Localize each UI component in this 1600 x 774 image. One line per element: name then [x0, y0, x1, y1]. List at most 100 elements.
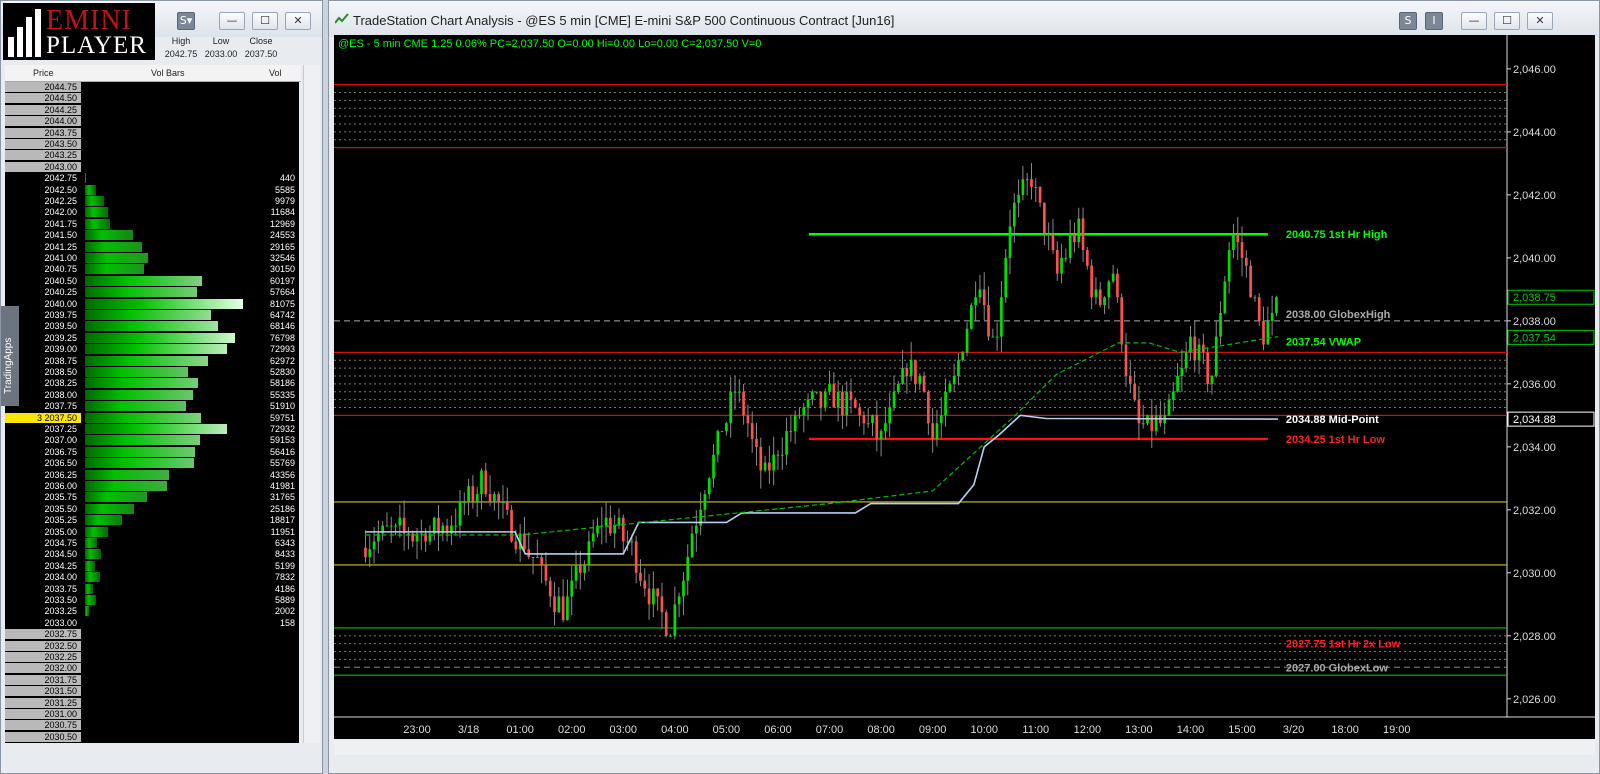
ladder-price-cell[interactable]: 3 2037.50 [5, 412, 81, 423]
ladder-row[interactable]: 2032.00 [5, 663, 299, 674]
ladder-row[interactable]: 2034.75 6343 [5, 538, 299, 549]
volbars-column-header[interactable]: Vol Bars [151, 68, 185, 78]
chart-style-button[interactable]: S [1399, 12, 1417, 30]
ladder-row[interactable]: 2037.25 72932 [5, 424, 299, 435]
ladder-row[interactable]: 2036.25 43356 [5, 469, 299, 481]
ladder-row[interactable]: 2033.25 2002 [5, 606, 299, 617]
ladder-price-cell[interactable]: 2033.25 [5, 606, 81, 617]
ladder-price-cell[interactable]: 2031.00 [5, 709, 81, 719]
ladder-row[interactable]: 2041.50 24553 [5, 230, 299, 241]
ladder-price-cell[interactable]: 2040.25 [5, 287, 81, 298]
ladder-price-cell[interactable]: 2032.00 [5, 663, 81, 674]
ladder-price-cell[interactable]: 2032.50 [5, 640, 81, 651]
ladder-price-cell[interactable]: 2034.00 [5, 572, 81, 583]
ladder-row[interactable]: 2040.50 60197 [5, 275, 299, 287]
dom-maximize-button[interactable]: ☐ [252, 12, 278, 30]
ladder-row[interactable]: 2031.50 [5, 686, 299, 697]
ladder-row[interactable]: 2032.25 [5, 652, 299, 663]
ladder-row[interactable]: 2044.00 [5, 116, 299, 127]
ladder-price-cell[interactable]: 2034.75 [5, 538, 81, 548]
ladder-row[interactable]: 2041.00 32546 [5, 253, 299, 264]
chart-insert-button[interactable]: I [1425, 12, 1443, 30]
ladder-price-cell[interactable]: 2041.25 [5, 241, 81, 252]
ladder-row[interactable]: 2040.25 57664 [5, 287, 299, 298]
ladder-row[interactable]: 2044.25 [5, 104, 299, 116]
ladder-price-cell[interactable]: 2032.25 [5, 652, 81, 662]
ladder-row[interactable]: 2041.75 12969 [5, 218, 299, 230]
ladder-price-cell[interactable]: 2031.75 [5, 674, 81, 685]
ladder-row[interactable]: 2030.75 [5, 720, 299, 731]
ladder-price-cell[interactable]: 2043.00 [5, 161, 81, 172]
ladder-price-cell[interactable]: 2036.75 [5, 446, 81, 457]
ladder-price-cell[interactable]: 2030.75 [5, 720, 81, 731]
ladder-row[interactable]: 2044.75 [5, 82, 299, 93]
ladder-price-cell[interactable]: 2036.25 [5, 469, 81, 480]
ladder-price-cell[interactable]: 2040.50 [5, 275, 81, 286]
chart-minimize-button[interactable]: — [1461, 12, 1487, 30]
ladder-price-cell[interactable]: 2034.50 [5, 549, 81, 560]
dom-style-button[interactable]: S▾ [177, 12, 195, 30]
ladder-price-cell[interactable]: 2044.25 [5, 104, 81, 115]
ladder-price-cell[interactable]: 2033.75 [5, 583, 81, 594]
ladder-price-cell[interactable]: 2041.50 [5, 230, 81, 241]
ladder-price-cell[interactable]: 2044.75 [5, 82, 81, 92]
ladder-price-cell[interactable]: 2042.00 [5, 207, 81, 218]
ladder-row[interactable]: 2036.50 55769 [5, 458, 299, 469]
ladder-row[interactable]: 2040.00 81075 [5, 298, 299, 310]
ladder-price-cell[interactable]: 2036.50 [5, 458, 81, 469]
chart-horizontal-scrollbar[interactable] [334, 741, 1595, 755]
ladder-price-cell[interactable]: 2036.00 [5, 481, 81, 491]
ladder-row[interactable]: 2033.75 4186 [5, 583, 299, 595]
ladder-row[interactable]: 2043.25 [5, 150, 299, 161]
dom-vertical-scrollbar[interactable] [303, 65, 320, 743]
ladder-price-cell[interactable]: 2033.00 [5, 617, 81, 628]
ladder-price-cell[interactable]: 2041.00 [5, 253, 81, 263]
ladder-price-cell[interactable]: 2031.50 [5, 686, 81, 697]
ladder-row[interactable]: 2035.75 31765 [5, 492, 299, 503]
ladder-row[interactable]: 2031.25 [5, 697, 299, 709]
ladder-row[interactable]: 2031.00 [5, 709, 299, 720]
ladder-row[interactable]: 2031.75 [5, 674, 299, 686]
ladder-price-cell[interactable]: 2035.00 [5, 526, 81, 537]
ladder-price-cell[interactable]: 2043.75 [5, 127, 81, 138]
ladder-row[interactable]: 3 2037.50 59751 [5, 412, 299, 424]
ladder-price-cell[interactable]: 2043.25 [5, 150, 81, 161]
ladder-row[interactable]: 2043.75 [5, 127, 299, 139]
ladder-price-cell[interactable]: 2041.75 [5, 218, 81, 229]
ladder-price-cell[interactable]: 2040.75 [5, 264, 81, 275]
ladder-row[interactable]: 2032.75 [5, 629, 299, 640]
ladder-row[interactable]: 2039.25 76798 [5, 332, 299, 344]
ladder-price-cell[interactable]: 2032.75 [5, 629, 81, 640]
ladder-row[interactable]: 2037.00 59153 [5, 435, 299, 446]
ladder-row[interactable]: 2039.75 64742 [5, 310, 299, 321]
dom-close-button[interactable]: ✕ [285, 12, 311, 30]
ladder-row[interactable]: 2039.50 68146 [5, 321, 299, 332]
ladder-row[interactable]: 2038.50 52830 [5, 367, 299, 378]
ladder-row[interactable]: 2042.25 9979 [5, 196, 299, 207]
ladder-row[interactable]: 2044.50 [5, 93, 299, 104]
ladder-price-cell[interactable]: 2037.00 [5, 435, 81, 446]
ladder-row[interactable]: 2036.00 41981 [5, 481, 299, 492]
ladder-row[interactable]: 2036.75 56416 [5, 446, 299, 458]
ladder-price-cell[interactable]: 2037.25 [5, 424, 81, 434]
ladder-row[interactable]: 2034.25 5199 [5, 560, 299, 572]
ladder-price-cell[interactable]: 2043.50 [5, 139, 81, 149]
ladder-row[interactable]: 2035.00 11951 [5, 526, 299, 538]
ladder-row[interactable]: 2040.75 30150 [5, 264, 299, 275]
ladder-price-cell[interactable]: 2044.00 [5, 116, 81, 127]
ladder-price-cell[interactable]: 2035.25 [5, 515, 81, 526]
ladder-row[interactable]: 2042.75 440 [5, 173, 299, 184]
chart-close-button[interactable]: ✕ [1527, 12, 1553, 30]
ladder-row[interactable]: 2035.50 25186 [5, 503, 299, 515]
ladder-price-cell[interactable]: 2031.25 [5, 697, 81, 708]
ladder-row[interactable]: 2033.50 5889 [5, 595, 299, 606]
ladder-price-cell[interactable]: 2033.50 [5, 595, 81, 605]
ladder-row[interactable]: 2043.50 [5, 139, 299, 150]
ladder-row[interactable]: 2039.00 72993 [5, 344, 299, 355]
ladder-row[interactable]: 2034.00 7832 [5, 572, 299, 583]
ladder-row[interactable]: 2043.00 [5, 161, 299, 173]
ladder-row[interactable]: 2037.75 51910 [5, 401, 299, 412]
ladder-price-cell[interactable]: 2034.25 [5, 560, 81, 571]
ladder-price-cell[interactable]: 2042.50 [5, 184, 81, 195]
ladder-price-cell[interactable]: 2042.75 [5, 173, 81, 184]
